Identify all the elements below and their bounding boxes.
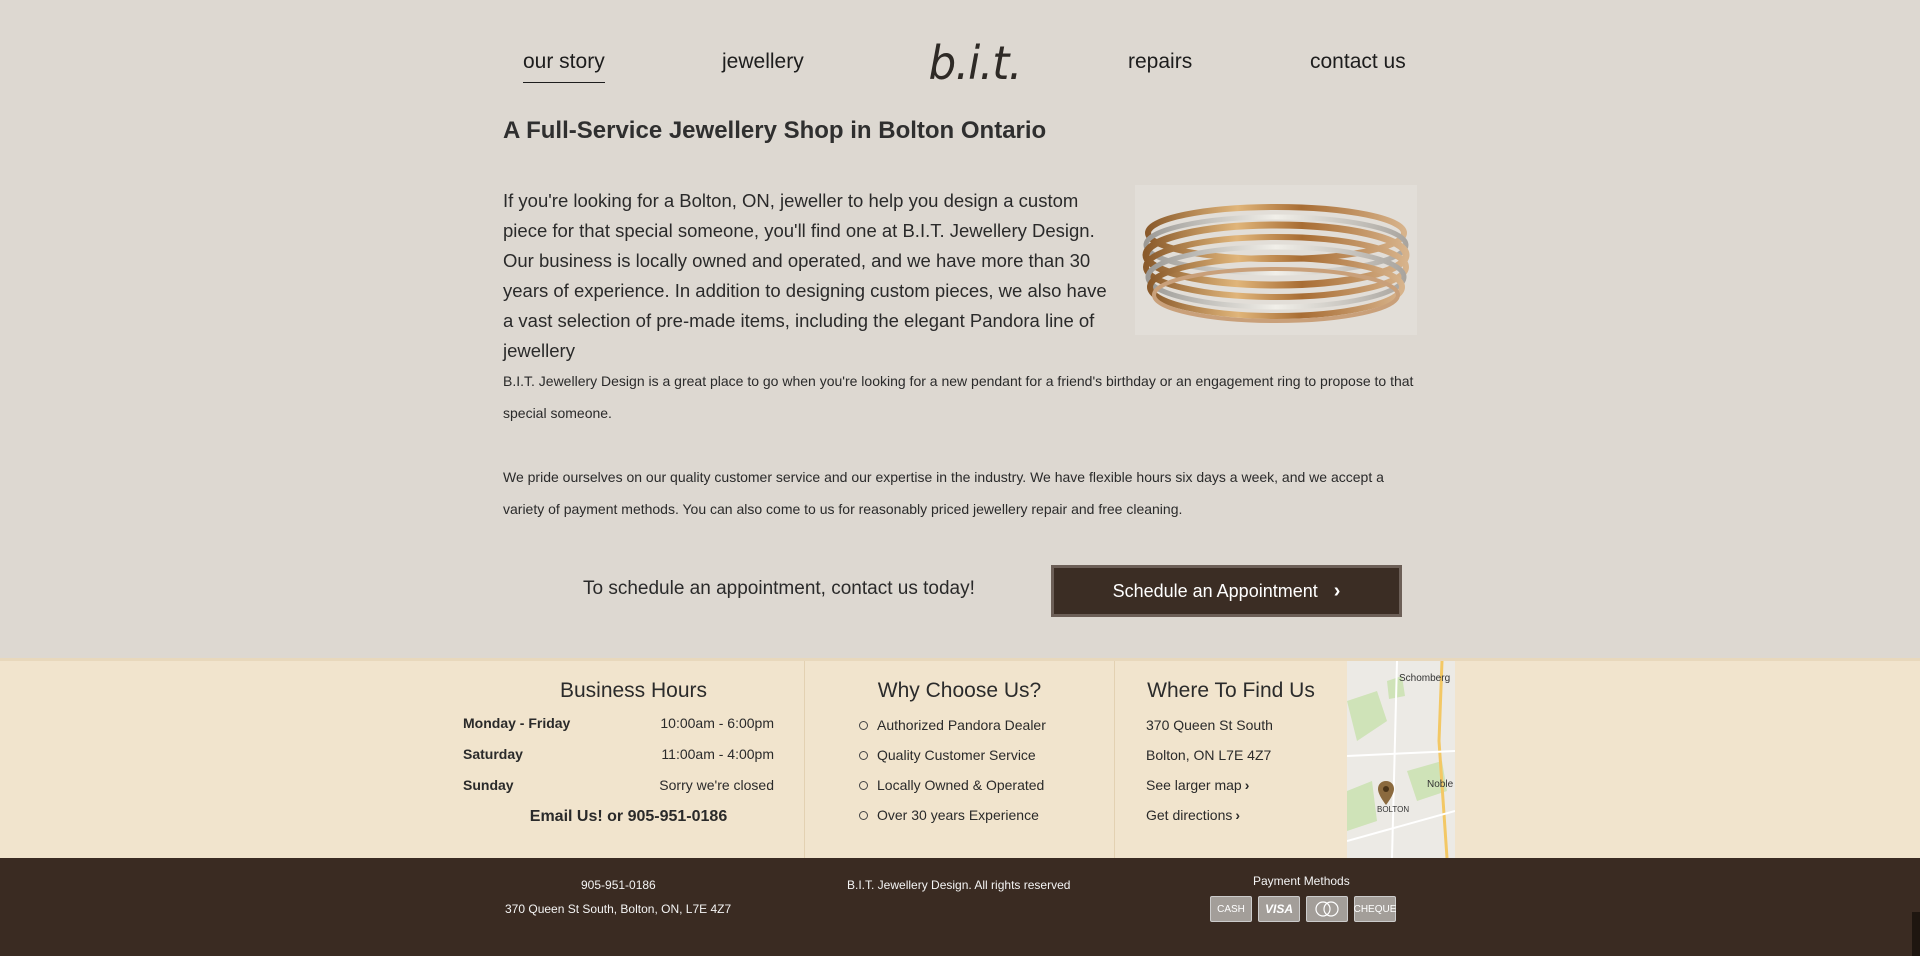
body-paragraph-1: B.I.T. Jewellery Design is a great place… <box>503 373 1414 421</box>
where-to-find-us-section: Where To Find Us 370 Queen St South Bolt… <box>1115 661 1347 858</box>
footer-address: 370 Queen St South, Bolton, ON, L7E 4Z7 <box>505 902 732 916</box>
page-heading: A Full-Service Jewellery Shop in Bolton … <box>503 117 1047 144</box>
hours-day: Saturday <box>463 746 523 762</box>
bangles-illustration <box>1142 204 1410 323</box>
payment-methods-list: CASH VISA CHEQUE <box>1210 896 1396 922</box>
site-footer: 905-951-0186 370 Queen St South, Bolton,… <box>0 858 1920 956</box>
hours-table: Monday - Friday 10:00am - 6:00pm Saturda… <box>463 715 804 808</box>
chevron-right-icon: › <box>1235 807 1241 823</box>
why-list: Authorized Pandora Dealer Quality Custom… <box>859 717 1114 837</box>
nav-our-story[interactable]: our story <box>523 50 605 83</box>
address-city: Bolton, ON L7E 4Z7 <box>1146 747 1272 763</box>
mastercard-payment-icon <box>1306 896 1348 922</box>
cheque-payment-icon: CHEQUE <box>1354 896 1396 922</box>
list-item: Locally Owned & Operated <box>859 777 1114 807</box>
hours-time: Sorry we're closed <box>659 777 774 793</box>
where-to-find-us-title: Where To Find Us <box>1147 679 1315 702</box>
schedule-appointment-button[interactable]: Schedule an Appointment › <box>1051 565 1402 617</box>
hours-day: Sunday <box>463 777 514 793</box>
map-graphic <box>1347 661 1455 858</box>
location-map[interactable]: Schomberg Noble BOLTON <box>1347 661 1455 858</box>
cash-payment-icon: CASH <box>1210 896 1252 922</box>
nav-contact-us[interactable]: contact us <box>1310 50 1406 74</box>
see-larger-map-label: See larger map <box>1146 777 1242 793</box>
list-item: Authorized Pandora Dealer <box>859 717 1114 747</box>
why-choose-us-section: Why Choose Us? Authorized Pandora Dealer… <box>805 661 1115 858</box>
hours-row: Sunday Sorry we're closed <box>463 777 804 808</box>
site-logo[interactable]: b.i.t. <box>928 36 1022 90</box>
business-hours-section: Business Hours Monday - Friday 10:00am -… <box>463 661 805 858</box>
list-item: Over 30 years Experience <box>859 807 1114 837</box>
info-band: Business Hours Monday - Friday 10:00am -… <box>0 658 1920 858</box>
footer-copyright: B.I.T. Jewellery Design. All rights rese… <box>847 878 1071 892</box>
map-label-schomberg: Schomberg <box>1399 673 1451 684</box>
scrollbar-thumb[interactable] <box>1912 912 1920 956</box>
schedule-appointment-label: Schedule an Appointment <box>1112 580 1318 601</box>
cta-text: To schedule an appointment, contact us t… <box>583 578 975 599</box>
chevron-right-icon: › <box>1244 777 1250 793</box>
email-phone-link[interactable]: Email Us! or 905-951-0186 <box>463 808 804 826</box>
bangles-image <box>1135 185 1417 335</box>
hours-time: 10:00am - 6:00pm <box>660 715 774 731</box>
intro-paragraph: If you're looking for a Bolton, ON, jewe… <box>503 190 1107 361</box>
chevron-right-icon: › <box>1333 579 1341 602</box>
payment-methods-title: Payment Methods <box>1253 874 1350 888</box>
body-paragraph-2: We pride ourselves on our quality custom… <box>503 469 1384 517</box>
main-navigation: our story jewellery b.i.t. repairs conta… <box>0 0 1920 100</box>
nav-jewellery[interactable]: jewellery <box>722 50 804 74</box>
footer-phone[interactable]: 905-951-0186 <box>581 878 656 892</box>
hours-row: Saturday 11:00am - 4:00pm <box>463 746 804 777</box>
nav-repairs[interactable]: repairs <box>1128 50 1192 74</box>
map-label-noble: Noble <box>1427 779 1454 790</box>
hours-time: 11:00am - 4:00pm <box>661 746 774 762</box>
why-choose-us-title: Why Choose Us? <box>877 679 1042 702</box>
see-larger-map-link[interactable]: See larger map › <box>1146 777 1347 807</box>
list-item: Quality Customer Service <box>859 747 1114 777</box>
hours-day: Monday - Friday <box>463 715 571 731</box>
mastercard-logo-icon <box>1315 901 1339 917</box>
visa-payment-icon: VISA <box>1258 896 1300 922</box>
address-block: 370 Queen St South Bolton, ON L7E 4Z7 Se… <box>1146 717 1347 837</box>
get-directions-link[interactable]: Get directions › <box>1146 807 1347 837</box>
get-directions-label: Get directions <box>1146 807 1233 823</box>
map-label-bolton: BOLTON <box>1377 805 1410 814</box>
address-street: 370 Queen St South <box>1146 717 1273 733</box>
business-hours-title: Business Hours <box>559 679 708 702</box>
map-pin-icon[interactable] <box>1378 781 1394 805</box>
hours-row: Monday - Friday 10:00am - 6:00pm <box>463 715 804 746</box>
